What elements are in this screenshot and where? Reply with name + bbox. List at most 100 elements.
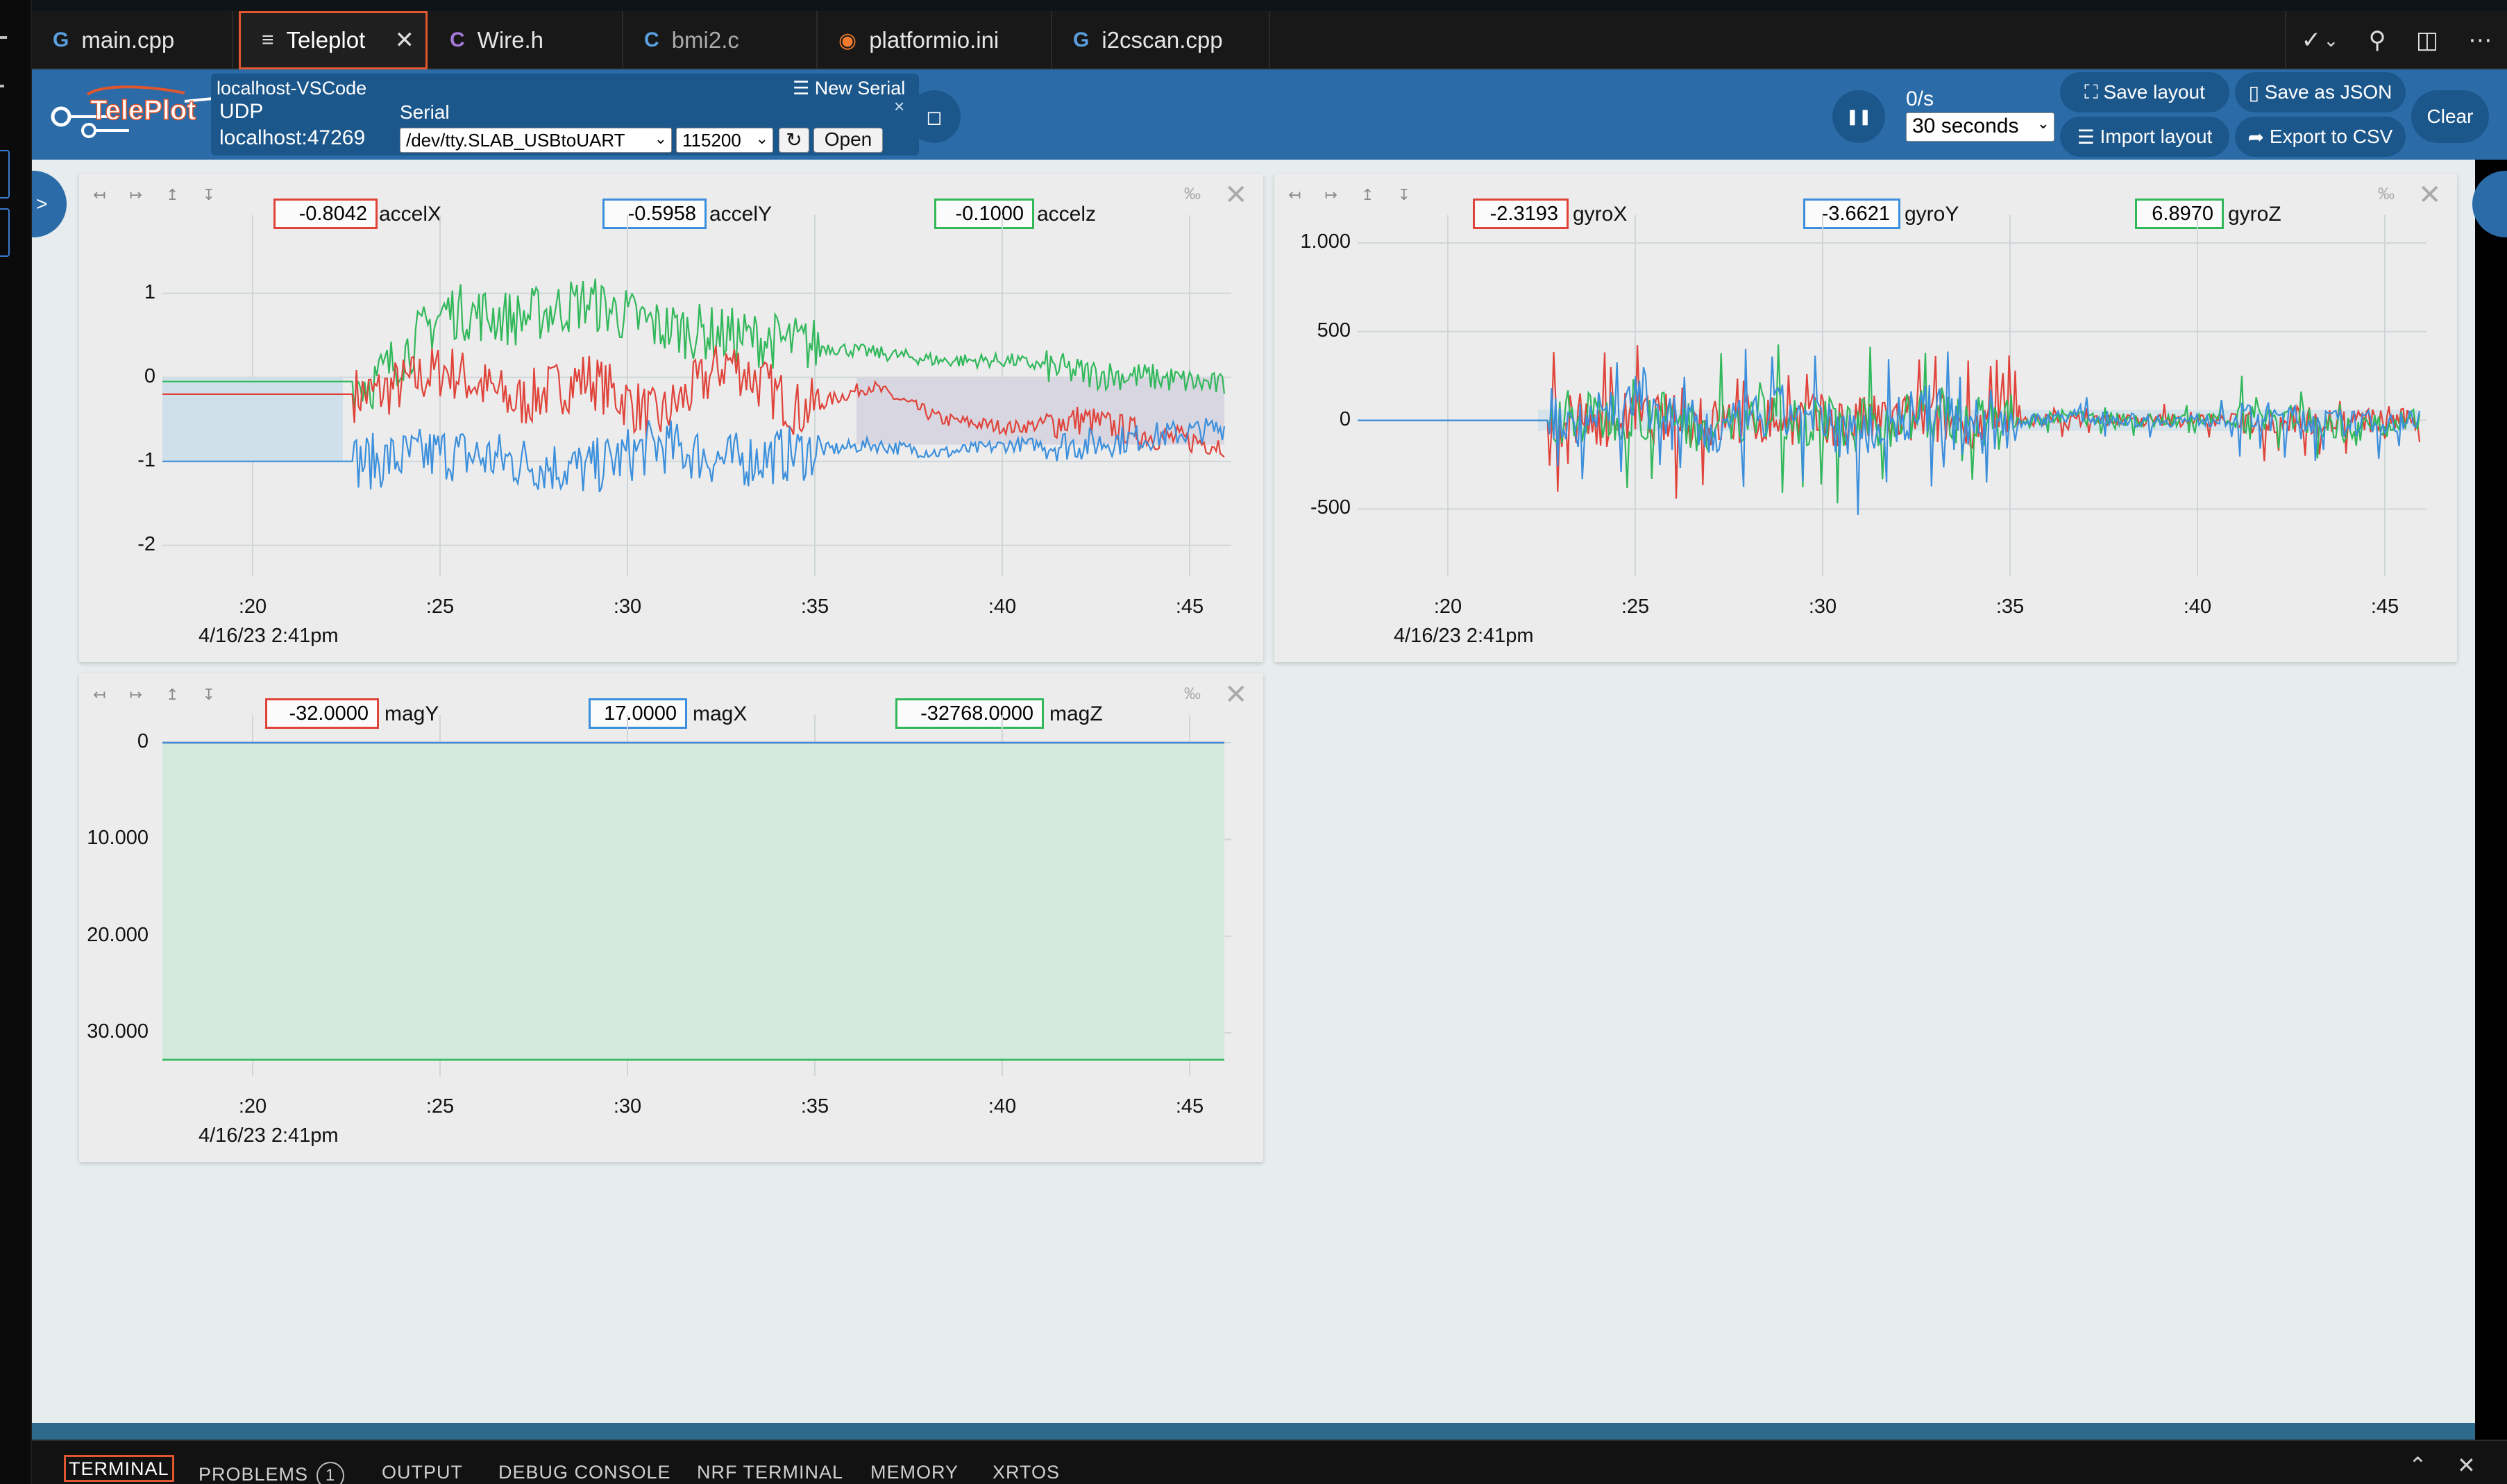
pause-icon: ❚❚ (1846, 108, 1872, 125)
tab-xrtos[interactable]: XRTOS (993, 1462, 1060, 1483)
rate-display: 0/s (1906, 87, 1934, 110)
list-icon: ☰ (2077, 126, 2100, 148)
tab-terminal[interactable]: TERMINAL (64, 1455, 174, 1482)
connection-panel: localhost-VSCode ☰ New Serial UDP localh… (211, 74, 919, 155)
activity-item[interactable] (0, 208, 10, 257)
cpp-file-icon: G (53, 28, 69, 51)
activity-item[interactable] (0, 150, 10, 199)
tab-wire-h[interactable]: C Wire.h (429, 11, 623, 69)
editor-actions: ✓ ⌄ ⚲ ◫ ⋯ (2285, 11, 2507, 69)
serial-port-select[interactable]: /dev/tty.SLAB_USBtoUART ⌄ (400, 128, 672, 153)
split-editor-icon[interactable]: ◫ (2416, 26, 2438, 54)
chart-svg (162, 715, 1231, 1076)
export-csv-button[interactable]: ➦ Export to CSV (2235, 117, 2406, 157)
tab-debug-console[interactable]: DEBUG CONSOLE (498, 1462, 671, 1483)
check-icon[interactable]: ✓ (2302, 26, 2322, 54)
x-tick-label: :25 (425, 596, 455, 618)
chart-svg (1358, 215, 2426, 576)
stop-button[interactable]: ◻ (908, 90, 961, 143)
tab-nrf-terminal[interactable]: NRF TERMINAL (697, 1462, 843, 1483)
x-tick-label: :25 (425, 1095, 455, 1118)
x-date-label: 4/16/23 2:41pm (1394, 625, 1534, 647)
udp-address: localhost:47269 (219, 126, 366, 149)
tab-label: Teleplot (286, 27, 366, 53)
svg-text:TelePlot: TelePlot (90, 95, 196, 126)
host-label: localhost-VSCode (217, 78, 367, 99)
export-icon: ➦ (2247, 126, 2270, 148)
tab-main-cpp[interactable]: G main.cpp (32, 11, 233, 69)
y-tick-label: 0 (137, 730, 149, 752)
save-json-button[interactable]: ▯ Save as JSON (2235, 72, 2406, 112)
y-tick-label: 0 (144, 364, 155, 387)
close-serial-icon[interactable]: × (894, 96, 904, 117)
tab-label: Wire.h (477, 27, 544, 53)
cpp-file-icon: G (1073, 28, 1090, 51)
new-serial-button[interactable]: ☰ New Serial (793, 78, 905, 99)
x-tick-label: :30 (613, 596, 642, 618)
y-tick-label: 1 (144, 280, 155, 303)
open-serial-button[interactable]: Open (813, 128, 883, 153)
x-tick-label: :40 (988, 1095, 1017, 1118)
time-window-value: 30 seconds (1912, 115, 2019, 137)
save-json-label: Save as JSON (2264, 81, 2392, 103)
chevron-down-icon[interactable]: ⌄ (2323, 30, 2338, 51)
baud-value: 115200 (682, 130, 741, 151)
teleplot-header: TelePlot localhost-VSCode ☰ New Serial U… (32, 69, 2507, 160)
c-header-icon: C (450, 28, 465, 51)
tab-output[interactable]: OUTPUT (382, 1462, 463, 1483)
c-file-icon: C (644, 28, 659, 51)
clear-button[interactable]: Clear (2411, 90, 2489, 143)
plug-icon[interactable]: ⚲ (2369, 26, 2386, 54)
time-window-select[interactable]: 30 seconds ⌄ (1906, 112, 2054, 142)
y-tick-label: 30.000 (87, 1020, 149, 1043)
activity-bar (0, 0, 32, 1484)
chart-svg (162, 215, 1231, 576)
open-label: Open (824, 128, 872, 150)
save-layout-button[interactable]: ⛶ Save layout (2060, 72, 2229, 112)
panel-resize-bar[interactable] (32, 1423, 2475, 1440)
more-actions-icon[interactable]: ⋯ (2468, 26, 2492, 54)
activity-marker (0, 36, 7, 39)
refresh-button[interactable]: ↻ (779, 128, 809, 153)
tab-teleplot[interactable]: ≡ Teleplot ✕ (239, 11, 428, 69)
list-icon: ☰ (793, 78, 815, 99)
import-layout-label: Import layout (2100, 126, 2213, 147)
clear-label: Clear (2426, 106, 2474, 127)
pause-button[interactable]: ❚❚ (1832, 90, 1885, 143)
tab-label: platformio.ini (869, 27, 999, 53)
y-tick-label: 0 (1339, 407, 1351, 430)
x-tick-label: :30 (613, 1095, 642, 1118)
refresh-icon: ↻ (786, 129, 802, 151)
close-panel-icon[interactable]: ✕ (2457, 1452, 2476, 1478)
x-tick-label: :20 (238, 596, 267, 618)
tab-label: i2cscan.cpp (1101, 27, 1223, 53)
problems-count-badge: 1 (316, 1462, 345, 1484)
scroll-gutter (2475, 160, 2507, 1423)
baud-select[interactable]: 115200 ⌄ (676, 128, 773, 153)
tab-i2cscan-cpp[interactable]: G i2cscan.cpp (1052, 11, 1270, 69)
close-icon[interactable]: ✕ (395, 26, 415, 54)
bottom-panel-tabs: TERMINAL PROBLEMS 1 OUTPUT DEBUG CONSOLE … (32, 1440, 2507, 1484)
tab-bmi2-c[interactable]: C bmi2.c (623, 11, 818, 69)
stop-icon: ◻ (926, 106, 943, 128)
chevron-right-icon: > (36, 193, 48, 214)
x-tick-label: :40 (988, 596, 1017, 618)
editor-tab-bar: G main.cpp ≡ Teleplot ✕ C Wire.h C bmi2.… (32, 0, 2507, 69)
fill-band (162, 743, 1224, 1060)
maximize-panel-icon[interactable]: ⌃ (2408, 1452, 2428, 1478)
chart-panel-gyro: ↤ ↦ ↥ ↧ ‰ ✕ -2.3193 gyroX -3.6621 gyroY … (1274, 174, 2457, 662)
tab-problems[interactable]: PROBLEMS 1 (199, 1462, 345, 1484)
teleplot-logo: TelePlot (51, 85, 228, 138)
fill-band (162, 377, 343, 462)
new-serial-label: New Serial (814, 78, 906, 99)
udp-label: UDP (219, 100, 264, 123)
tab-platformio-ini[interactable]: ◉ platformio.ini (818, 11, 1052, 69)
import-layout-button[interactable]: ☰ Import layout (2060, 117, 2229, 157)
x-tick-label: :35 (800, 1095, 829, 1118)
y-tick-label: 500 (1317, 319, 1351, 342)
x-tick-label: :45 (2370, 596, 2399, 618)
chevron-down-icon: ⌄ (755, 130, 768, 147)
serial-label: Serial (400, 101, 450, 123)
tab-memory[interactable]: MEMORY (870, 1462, 959, 1483)
serial-port-value: /dev/tty.SLAB_USBtoUART (406, 130, 625, 151)
